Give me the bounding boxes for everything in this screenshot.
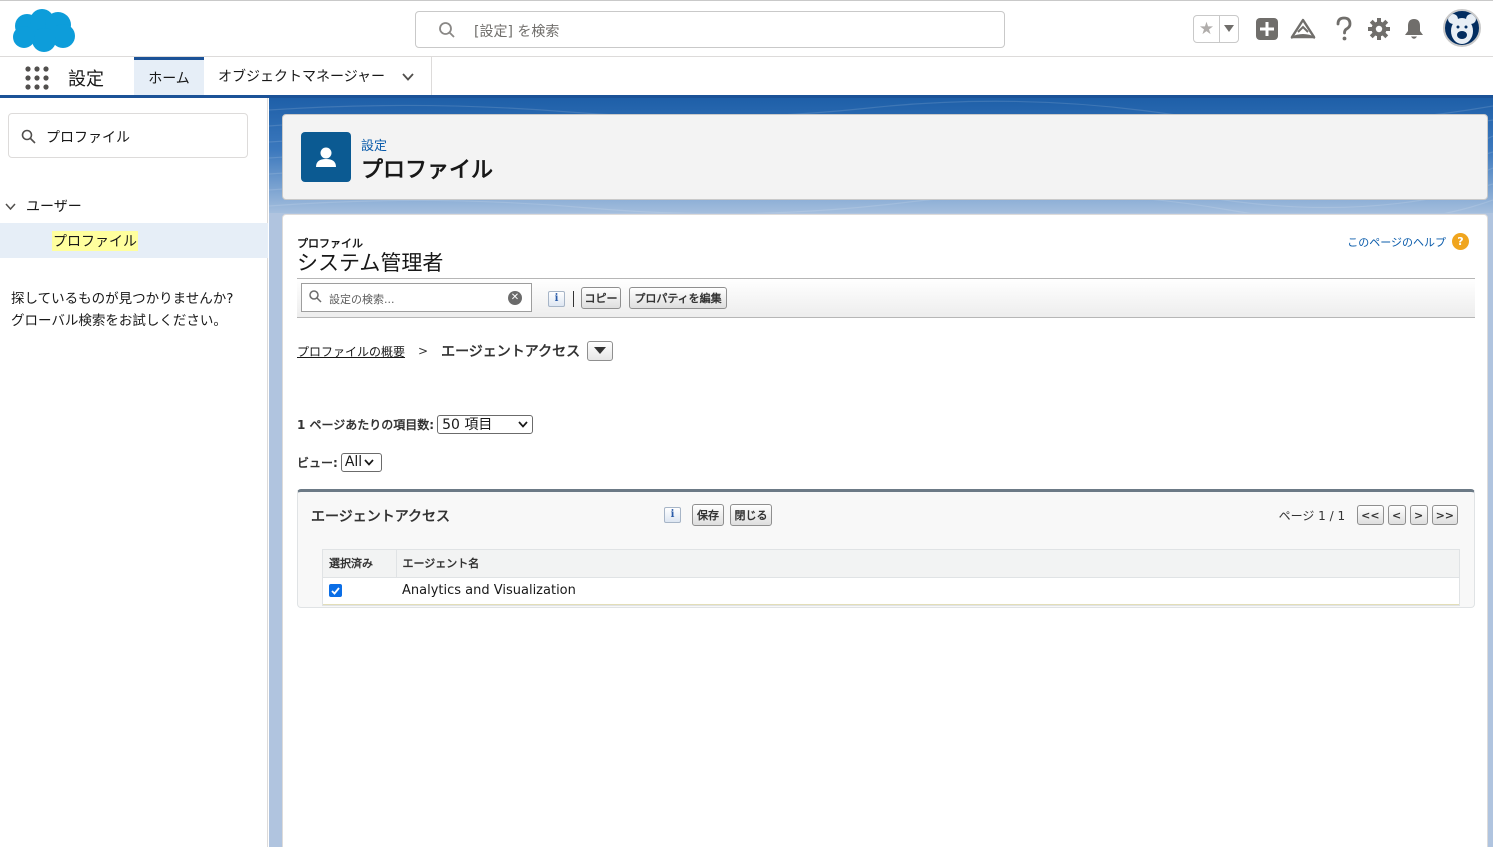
page-header: 設定 プロファイル [282,114,1488,200]
setup-sidebar: プロファイル ユーザー プロファイル 探しているものが見つかりませんか? グロー… [0,98,268,847]
agent-select-checkbox[interactable] [329,584,342,597]
items-per-page-row: 1 ページあたりの項目数: 50 項目 [297,414,534,434]
tree-node-profiles[interactable]: プロファイル [0,223,268,258]
items-per-page-label: 1 ページあたりの項目数: [297,417,435,432]
agent-table: 選択済み エージェント名 Analytics and Visualization [322,549,1460,606]
setup-gear-icon[interactable] [1366,16,1392,42]
items-per-page-select[interactable]: 50 項目 [437,414,534,434]
profile-overview-link[interactable]: プロファイルの概要 [297,343,405,360]
app-launcher-icon[interactable] [24,65,50,91]
not-found-line1: 探しているものが見つかりませんか? [11,291,234,307]
search-icon [21,129,36,144]
not-found-message: 探しているものが見つかりませんか? グローバル検索をお試しください。 [11,288,261,332]
edit-properties-button[interactable]: プロパティを編集 [629,287,727,309]
tab-home[interactable]: ホーム [134,57,204,95]
profile-icon [301,132,351,182]
panel-info-icon[interactable]: i [664,507,681,523]
section-dropdown-button[interactable] [587,341,614,361]
selected-cell [323,577,396,605]
view-label: ビュー: [297,455,338,470]
items-per-page-value: 50 項目 [442,417,493,433]
last-page-button[interactable]: >> [1431,505,1458,525]
panel-title: エージェントアクセス [311,509,451,525]
settings-search-input[interactable]: 設定の検索... ✕ [301,283,532,312]
record-title: システム管理者 [297,251,444,275]
toolbar-separator [573,291,574,307]
pagination: ページ 1 / 1 << < > >> [1279,504,1458,526]
tree-node-users-label: ユーザー [26,199,82,215]
checkmark-icon [331,586,340,595]
salesforce-logo[interactable] [10,8,76,53]
page-title: プロファイル [361,158,494,183]
search-icon [439,22,455,38]
help-icon[interactable] [1331,16,1357,42]
first-page-button[interactable]: << [1357,505,1384,525]
global-search[interactable]: [設定] を検索 [415,11,1005,48]
global-header: [設定] を検索 ★ [0,0,1493,57]
trailhead-icon[interactable] [1290,16,1316,42]
chevron-down-icon [518,421,528,428]
tree-node-profiles-label: プロファイル [52,231,138,251]
notifications-bell-icon[interactable] [1401,16,1427,42]
global-actions-icon[interactable] [1254,16,1280,42]
next-page-button[interactable]: > [1409,505,1428,525]
chevron-down-icon [364,459,374,466]
view-select[interactable]: All [340,452,382,472]
caret-down-icon [594,347,607,354]
profile-toolbar: 設定の検索... ✕ i コピー プロパティを編集 [297,278,1475,318]
favorite-star-icon[interactable]: ★ [1194,16,1220,42]
tab-home-label: ホーム [148,70,190,87]
agent-access-panel: エージェントアクセス i 保存 閉じる ページ 1 / 1 << < > >> … [297,489,1475,608]
table-header-row: 選択済み エージェント名 [323,550,1459,578]
copy-button[interactable]: コピー [581,287,621,309]
breadcrumb-separator: > [418,344,429,358]
tab-object-manager[interactable]: オブジェクトマネージャー [204,57,432,95]
help-for-page-link[interactable]: このページのヘルプ ? [1347,233,1469,250]
quick-find-input[interactable]: プロファイル [8,113,248,158]
app-name: 設定 [68,69,104,90]
favorites-group: ★ [1193,15,1239,43]
help-for-page-label: このページのヘルプ [1347,235,1446,249]
content-card: プロファイル システム管理者 このページのヘルプ ? 設定の検索... ✕ i … [282,214,1488,847]
not-found-line2: グローバル検索をお試しください。 [11,313,227,329]
quick-find-value: プロファイル [46,130,130,146]
chevron-down-icon [5,203,16,211]
agent-name-cell: Analytics and Visualization [396,577,1459,605]
clear-search-icon[interactable]: ✕ [508,291,522,305]
view-row: ビュー: All [297,452,382,472]
help-question-icon: ? [1452,233,1469,250]
breadcrumb-current: エージェントアクセス [441,344,581,360]
chevron-down-icon[interactable] [401,70,415,84]
favorites-dropdown-icon[interactable] [1220,16,1238,42]
prev-page-button[interactable]: < [1387,505,1406,525]
table-row: Analytics and Visualization [323,577,1459,605]
profile-breadcrumb: プロファイルの概要 > エージェントアクセス [297,338,614,364]
column-header-selected[interactable]: 選択済み [323,550,396,578]
search-icon [309,290,322,303]
close-button[interactable]: 閉じる [730,504,772,526]
tree-node-users[interactable]: ユーザー [0,196,268,216]
context-bar: 設定 ホーム オブジェクトマネージャー [0,57,1493,98]
global-search-placeholder: [設定] を検索 [474,24,560,40]
user-avatar[interactable] [1443,9,1481,47]
page-info: ページ 1 / 1 [1278,508,1346,523]
settings-search-placeholder: 設定の検索... [329,293,395,306]
toolbar-info-icon[interactable]: i [548,291,565,307]
tab-object-manager-label: オブジェクトマネージャー [218,69,386,85]
save-button[interactable]: 保存 [692,504,724,526]
column-header-agent-name[interactable]: エージェント名 [395,550,1459,578]
view-value: All [344,454,363,470]
